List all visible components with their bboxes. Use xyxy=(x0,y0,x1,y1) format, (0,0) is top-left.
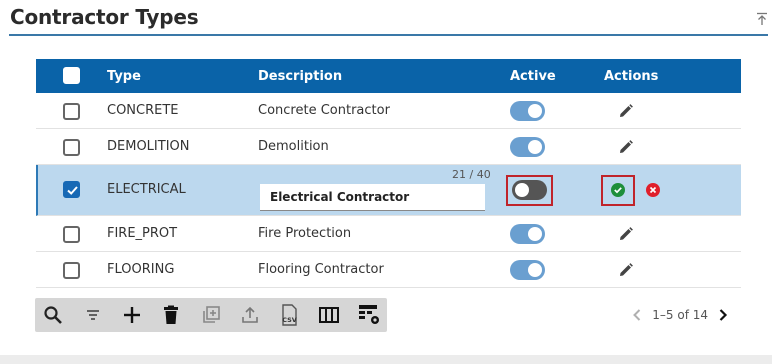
collapse-icon[interactable] xyxy=(756,12,768,26)
table-header: Type Description Active Actions xyxy=(36,59,741,93)
filter-icon[interactable] xyxy=(81,303,105,327)
type-cell: FLOORING xyxy=(107,262,175,277)
search-icon[interactable] xyxy=(41,303,65,327)
description-cell: Concrete Contractor xyxy=(258,103,390,118)
csv-icon-label: CSV xyxy=(282,316,297,324)
save-icon[interactable] xyxy=(611,183,625,197)
table-row[interactable]: FLOORING Flooring Contractor xyxy=(36,252,741,288)
page-range: 1–5 of 14 xyxy=(652,308,708,322)
table-row[interactable]: CONCRETE Concrete Contractor xyxy=(36,93,741,129)
description-cell: Flooring Contractor xyxy=(258,262,384,277)
prev-page-icon[interactable] xyxy=(628,306,646,324)
type-cell: DEMOLITION xyxy=(107,139,190,154)
columns-icon[interactable] xyxy=(317,303,341,327)
export-icon[interactable] xyxy=(238,303,262,327)
page-title: Contractor Types xyxy=(10,5,199,29)
checkmark-icon xyxy=(67,186,78,195)
character-counter: 21 / 40 xyxy=(452,168,491,181)
table-toolbar: CSV xyxy=(35,298,387,332)
header-actions: Actions xyxy=(604,69,659,84)
type-cell: FIRE_PROT xyxy=(107,226,178,241)
row-checkbox[interactable] xyxy=(63,181,80,198)
table-row[interactable]: DEMOLITION Demolition xyxy=(36,129,741,165)
active-toggle[interactable] xyxy=(510,137,545,157)
edit-icon[interactable] xyxy=(618,226,634,242)
table-row[interactable]: FIRE_PROT Fire Protection xyxy=(36,216,741,252)
header-description[interactable]: Description xyxy=(258,69,342,84)
row-checkbox[interactable] xyxy=(63,103,80,120)
duplicate-icon[interactable] xyxy=(199,303,223,327)
add-icon[interactable] xyxy=(120,303,144,327)
active-toggle[interactable] xyxy=(510,101,545,121)
next-page-icon[interactable] xyxy=(714,306,732,324)
select-all-checkbox[interactable] xyxy=(63,67,80,84)
pagination: 1–5 of 14 xyxy=(628,306,732,324)
edit-icon[interactable] xyxy=(618,139,634,155)
row-checkbox[interactable] xyxy=(63,226,80,243)
edit-icon[interactable] xyxy=(618,103,634,119)
active-toggle[interactable] xyxy=(510,260,545,280)
header-active[interactable]: Active xyxy=(510,69,556,84)
title-divider xyxy=(9,34,768,36)
row-checkbox[interactable] xyxy=(63,262,80,279)
delete-icon[interactable] xyxy=(159,303,183,327)
table-settings-icon[interactable] xyxy=(357,303,381,327)
row-checkbox[interactable] xyxy=(63,139,80,156)
contractor-types-panel: Contractor Types Type Description Active… xyxy=(0,0,772,355)
page: Contractor Types Type Description Active… xyxy=(0,0,772,364)
type-cell: CONCRETE xyxy=(107,103,179,118)
description-cell: Demolition xyxy=(258,139,329,154)
active-toggle[interactable] xyxy=(510,224,545,244)
description-input[interactable] xyxy=(260,184,485,211)
edit-icon[interactable] xyxy=(618,262,634,278)
csv-icon[interactable]: CSV xyxy=(277,303,301,327)
table-row-editing[interactable]: ELECTRICAL 21 / 40 xyxy=(36,165,741,216)
active-toggle[interactable] xyxy=(512,180,547,200)
cancel-icon[interactable] xyxy=(646,183,660,197)
contractor-types-table: Type Description Active Actions CONCRETE… xyxy=(36,59,741,288)
description-cell: Fire Protection xyxy=(258,226,352,241)
header-type[interactable]: Type xyxy=(107,69,141,84)
type-cell: ELECTRICAL xyxy=(107,182,186,197)
